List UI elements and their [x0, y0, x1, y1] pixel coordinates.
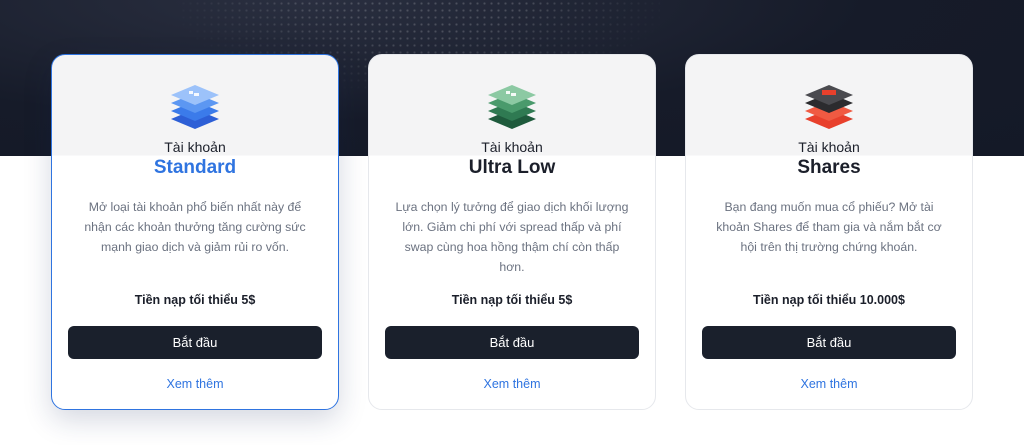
card-description: Bạn đang muốn mua cổ phiếu? Mở tài khoản…: [716, 200, 942, 254]
min-deposit: Tiền nạp tối thiểu 10.000$: [753, 293, 905, 307]
min-deposit: Tiền nạp tối thiểu 5$: [451, 293, 573, 307]
start-button[interactable]: Bắt đầu: [702, 326, 956, 359]
see-more-link[interactable]: Xem thêm: [369, 377, 655, 391]
stacked-layers-blue-icon: [163, 75, 227, 139]
min-deposit: Tiền nạp tối thiểu 5$: [134, 293, 256, 307]
card-description: Mở loại tài khoản phổ biến nhất này để n…: [84, 200, 306, 254]
card-title: Shares: [797, 157, 861, 178]
card-description: Lựa chọn lý tưởng để giao dịch khối lượn…: [395, 200, 629, 274]
account-card-ultra-low[interactable]: Tài khoản Ultra Low Lựa chọn lý tưởng để…: [368, 54, 656, 410]
see-more-link[interactable]: Xem thêm: [52, 377, 338, 391]
account-card-standard[interactable]: Tài khoản Standard Mở loại tài khoản phổ…: [51, 54, 339, 410]
card-kicker: Tài khoản: [164, 139, 226, 155]
account-card-shares[interactable]: Tài khoản Shares Bạn đang muốn mua cổ ph…: [685, 54, 973, 410]
see-more-link[interactable]: Xem thêm: [686, 377, 972, 391]
start-button[interactable]: Bắt đầu: [385, 326, 639, 359]
start-button[interactable]: Bắt đầu: [68, 326, 322, 359]
card-kicker: Tài khoản: [798, 139, 860, 155]
card-title: Ultra Low: [468, 157, 556, 178]
stacked-layers-red-icon: [797, 75, 861, 139]
stacked-layers-green-icon: [480, 75, 544, 139]
card-title: Standard: [153, 157, 237, 178]
card-kicker: Tài khoản: [481, 139, 543, 155]
